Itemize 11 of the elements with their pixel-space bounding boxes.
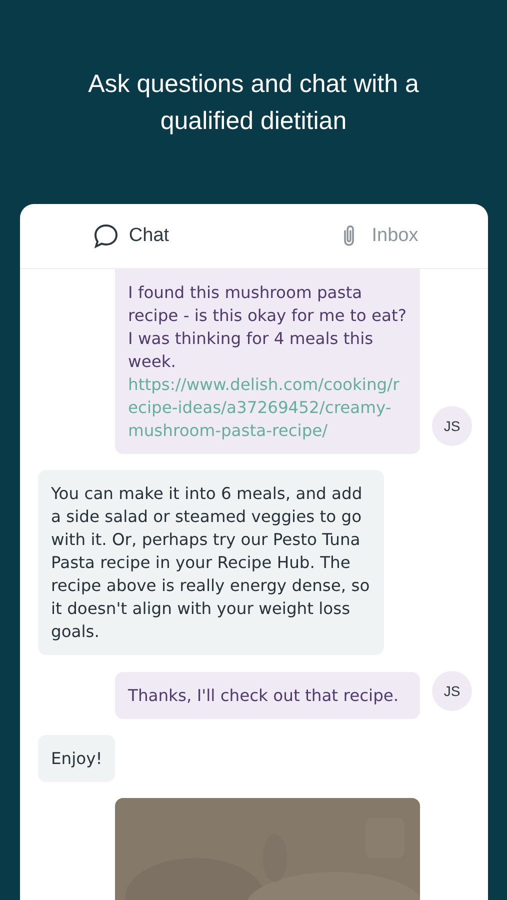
user-avatar: JS — [432, 406, 472, 446]
message-text: Enjoy! — [51, 749, 102, 768]
user-avatar: JS — [432, 671, 472, 711]
message-text: Thanks, I'll check out that recipe. — [128, 686, 399, 705]
tab[interactable]: Chat — [20, 204, 266, 268]
message-link[interactable]: https://www.delish.com/cooking/recipe-ideas/a37269452/creamy-mushroom-pasta-recipe/ — [128, 373, 407, 442]
message-text: I found this mushroom pasta recipe - is this okay for me to eat? I was thinking for 4 meals this week. — [128, 283, 407, 371]
headline: Ask questions and chat with a qualified dietitian — [87, 69, 420, 137]
tab[interactable]: Inbox — [266, 204, 488, 268]
message-text: You can make it into 6 meals, and add a side salad or steamed veggies to go with it. Or, perhaps try our Pesto Tuna Pasta recipe in your Recipe Hub. The recipe above is really energy dense, so it doesn't align with your weight loss goals. — [51, 484, 370, 641]
chat-icon — [92, 223, 119, 249]
